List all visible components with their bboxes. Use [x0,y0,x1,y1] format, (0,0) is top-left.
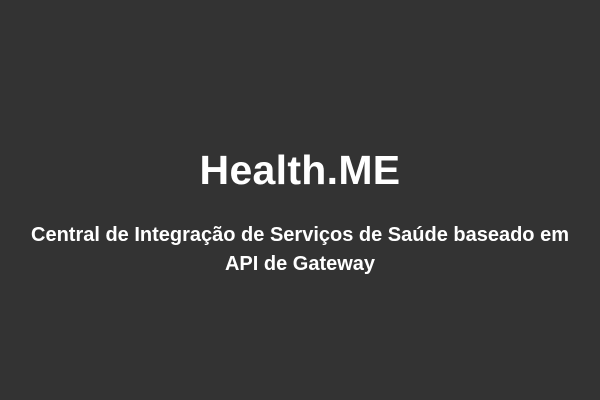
subtitle-line-1: Central de Integração de Serviços de Saú… [31,224,569,246]
page-title: Health.ME [199,147,401,193]
page-subtitle: Central de Integração de Serviços de Saú… [0,221,600,279]
subtitle-line-2: API de Gateway [224,253,376,275]
